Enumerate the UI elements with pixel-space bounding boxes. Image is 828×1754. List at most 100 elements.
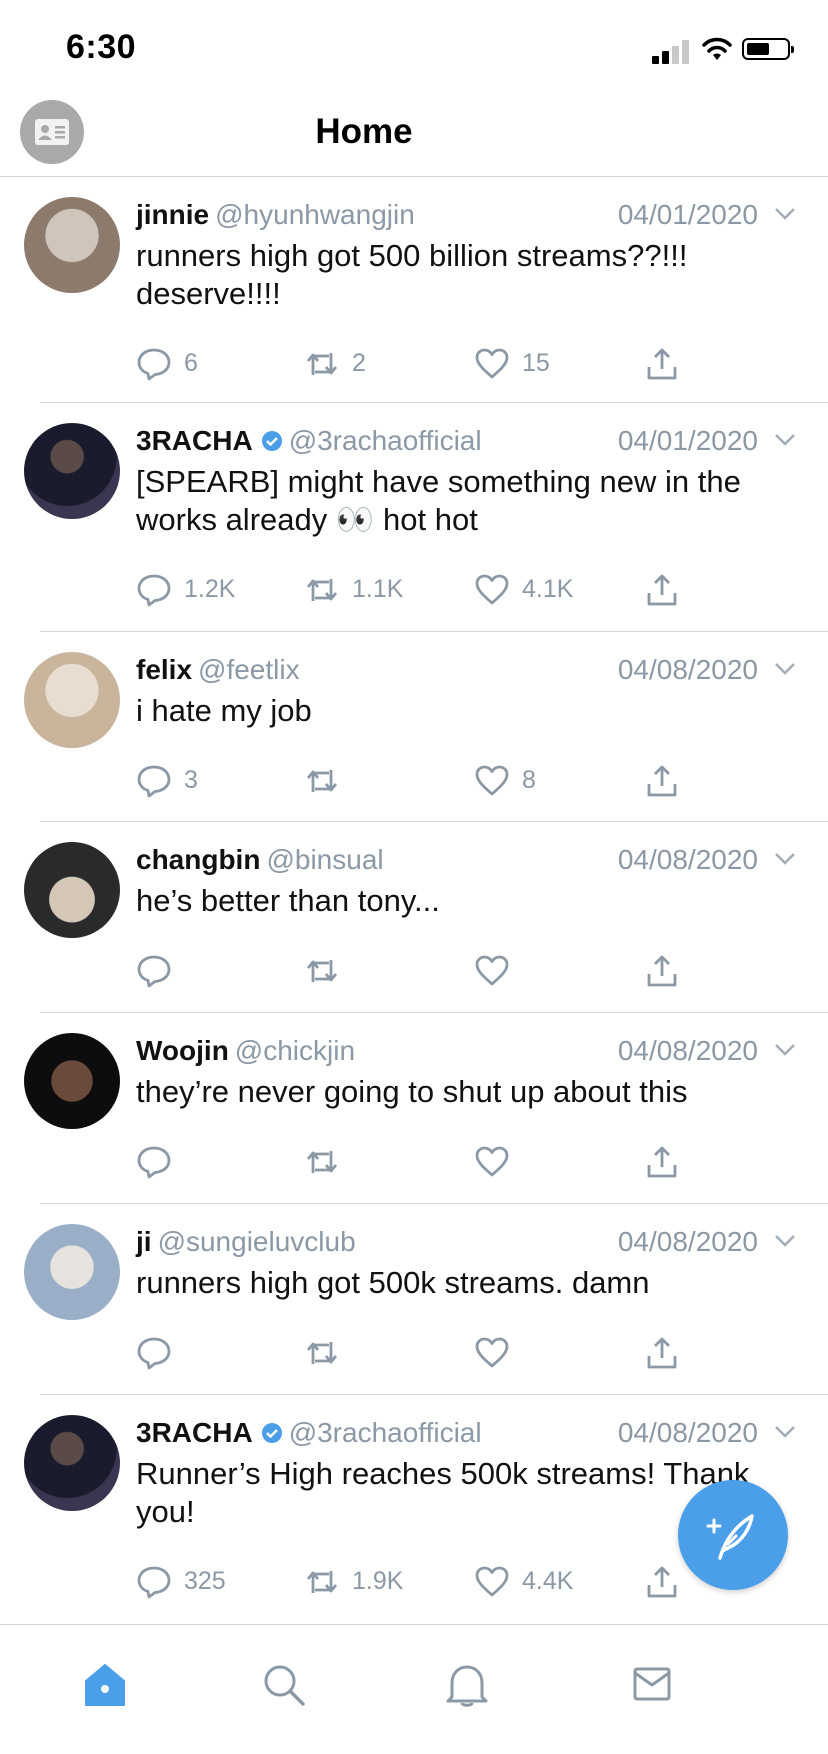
chevron-down-icon[interactable] xyxy=(774,1043,796,1057)
author-name[interactable]: jinnie xyxy=(136,199,209,230)
tweet-actions xyxy=(136,1332,696,1372)
tweet-date: 04/08/2020 xyxy=(617,1226,758,1257)
top-header: Home xyxy=(0,100,828,177)
share-icon xyxy=(647,348,677,380)
retweet-icon xyxy=(306,1571,338,1593)
like-count: 4.1K xyxy=(522,575,574,603)
tab-notifications[interactable] xyxy=(436,1655,496,1715)
heart-icon xyxy=(475,348,509,379)
reply-count: 3 xyxy=(184,766,198,794)
author-handle: @chickjin xyxy=(234,1035,356,1066)
reply-count: 1.2K xyxy=(184,575,236,603)
heart-icon xyxy=(475,1566,509,1597)
retweet-icon xyxy=(306,1342,338,1364)
reply-count: 6 xyxy=(184,349,198,377)
chevron-down-icon[interactable] xyxy=(774,852,796,866)
share-icon xyxy=(647,1566,677,1598)
compose-tweet-button[interactable] xyxy=(678,1480,788,1590)
share-icon xyxy=(647,1146,677,1178)
tweet-text: i hate my job xyxy=(136,693,312,728)
retweet-icon xyxy=(306,1151,338,1173)
chevron-down-icon[interactable] xyxy=(774,207,796,221)
author-handle: @hyunhwangjin xyxy=(215,199,415,230)
tweet-text: runners high got 500k streams. damn xyxy=(136,1265,650,1300)
tweet-date: 04/08/2020 xyxy=(617,654,758,685)
tweet[interactable]: felix @feetlix 04/08/2020 i hate my job 3… xyxy=(0,632,828,822)
reply-count: 325 xyxy=(184,1567,226,1595)
tweet[interactable]: Woojin @chickjin 04/08/2020 they’re never… xyxy=(0,1013,828,1204)
notifications-bell-icon xyxy=(446,1665,488,1707)
tweet-actions xyxy=(136,1141,696,1181)
reply-icon xyxy=(137,765,171,798)
share-icon xyxy=(647,765,677,797)
tweet[interactable]: 3RACHA @3rachaofficial 04/01/2020 [SPEARB… xyxy=(0,403,828,632)
share-icon xyxy=(647,1337,677,1369)
share-icon xyxy=(647,955,677,987)
retweet-count: 1.9K xyxy=(352,1567,404,1595)
tweet-actions xyxy=(136,950,696,990)
author-name[interactable]: ji xyxy=(136,1226,152,1257)
tweet-text: they’re never going to shut up about thi… xyxy=(136,1074,688,1109)
author-name[interactable]: 3RACHA xyxy=(136,425,253,456)
tab-home[interactable] xyxy=(74,1655,134,1715)
reply-icon xyxy=(137,348,171,381)
reply-icon xyxy=(137,1337,171,1370)
tweet[interactable]: jinnie @hyunhwangjin 04/01/2020 runners h… xyxy=(0,177,828,403)
status-bar: 6:30 xyxy=(0,0,828,100)
author-handle: @3rachaofficial xyxy=(288,1417,482,1448)
tweet-date: 04/08/2020 xyxy=(617,1035,758,1066)
heart-icon xyxy=(475,1337,509,1368)
retweet-icon xyxy=(306,770,338,792)
tweet-date: 04/08/2020 xyxy=(617,1417,758,1448)
chevron-down-icon[interactable] xyxy=(774,1425,796,1439)
reply-icon xyxy=(137,955,171,988)
tweet-date: 04/08/2020 xyxy=(617,844,758,875)
retweet-icon xyxy=(306,579,338,601)
home-icon xyxy=(85,1664,125,1706)
author-name[interactable]: Woojin xyxy=(136,1035,229,1066)
verified-badge-icon xyxy=(261,1423,282,1443)
timeline-feed: jinnie @hyunhwangjin 04/01/2020 runners h… xyxy=(0,177,828,1625)
avatar[interactable] xyxy=(24,1033,120,1129)
author-name[interactable]: 3RACHA xyxy=(136,1417,253,1448)
share-icon xyxy=(647,574,677,606)
tweet-date: 04/01/2020 xyxy=(617,199,758,230)
tweet[interactable]: changbin @binsual 04/08/2020 he’s better … xyxy=(0,822,828,1013)
avatar[interactable] xyxy=(24,1224,120,1320)
heart-icon xyxy=(475,955,509,986)
bottom-tab-bar xyxy=(0,1624,828,1754)
tweet-text: runners high got 500 billion streams??!!… xyxy=(136,238,688,311)
page-title: Home xyxy=(315,112,413,151)
avatar[interactable] xyxy=(24,1415,120,1511)
search-icon xyxy=(264,1665,305,1706)
retweet-icon xyxy=(306,353,338,375)
like-count: 4.4K xyxy=(522,1567,574,1595)
tweet-actions: 3 8 xyxy=(136,760,696,800)
retweet-count: 2 xyxy=(352,349,366,377)
tweet[interactable]: ji @sungieluvclub 04/08/2020 runners high… xyxy=(0,1204,828,1395)
chevron-down-icon[interactable] xyxy=(774,433,796,447)
author-name[interactable]: changbin xyxy=(136,844,260,875)
chevron-down-icon[interactable] xyxy=(774,662,796,676)
author-handle: @sungieluvclub xyxy=(157,1226,356,1257)
avatar[interactable] xyxy=(24,842,120,938)
author-handle: @binsual xyxy=(266,844,384,875)
tab-search[interactable] xyxy=(252,1655,312,1715)
chevron-down-icon[interactable] xyxy=(774,1234,796,1248)
verified-badge-icon xyxy=(261,431,282,451)
avatar[interactable] xyxy=(24,197,120,293)
avatar[interactable] xyxy=(24,423,120,519)
author-name[interactable]: felix xyxy=(136,654,192,685)
author-handle: @3rachaofficial xyxy=(288,425,482,456)
cellular-signal-icon xyxy=(652,40,692,64)
messages-envelope-icon xyxy=(633,1667,671,1701)
heart-icon xyxy=(475,574,509,605)
compose-feather-icon xyxy=(706,1514,754,1560)
heart-icon xyxy=(475,765,509,796)
avatar[interactable] xyxy=(24,652,120,748)
status-time: 6:30 xyxy=(66,28,137,66)
tab-messages[interactable] xyxy=(622,1655,682,1715)
battery-icon xyxy=(742,38,794,60)
tweet-date: 04/01/2020 xyxy=(617,425,758,456)
heart-icon xyxy=(475,1146,509,1177)
